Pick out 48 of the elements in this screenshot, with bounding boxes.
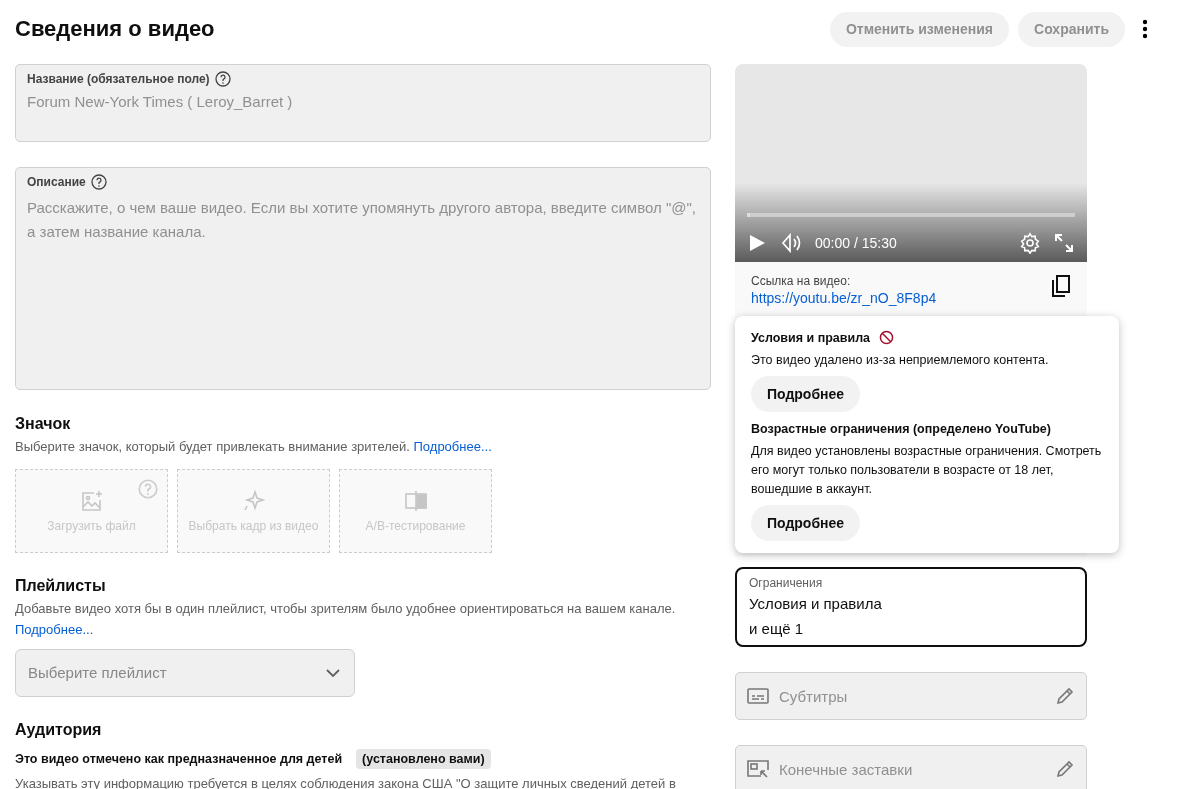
video-time: 00:00 / 15:30 xyxy=(815,235,898,251)
fullscreen-icon[interactable] xyxy=(1053,232,1075,254)
playlist-dropdown[interactable]: Выберите плейлист xyxy=(15,648,355,697)
field-label: Ограничения xyxy=(749,576,824,590)
section-heading: Плейлисты xyxy=(15,576,107,595)
learn-more-button[interactable]: Подробнее xyxy=(751,505,861,541)
section-description: Добавьте видео хотя бы в один плейлист, чтобы зрителям было удобнее ориентироваться на вашем канале. xyxy=(15,600,677,618)
section-heading: Аудитория xyxy=(15,720,103,739)
header-button[interactable]: Сохранить xyxy=(1018,11,1125,47)
learn-more-button[interactable]: Подробнее xyxy=(751,376,861,412)
end-screen-icon xyxy=(747,759,769,779)
field-label: Описание xyxy=(27,175,86,189)
header-button[interactable]: Отменить изменения xyxy=(829,11,1010,47)
restrictions-field[interactable]: Ограничения Условия и правила и ещё 1 xyxy=(735,567,1087,647)
restriction-value: Условия и правила xyxy=(749,595,883,612)
help-icon[interactable] xyxy=(214,71,231,87)
status-chip: (установлено вами) xyxy=(356,748,491,769)
title-field[interactable]: Название (обязательное поле) Forum New-York Times ( Leroy_Barret ) xyxy=(15,64,711,142)
side-field[interactable]: Субтитры xyxy=(735,672,1087,720)
video-link[interactable]: https://youtu.be/zr_nO_8F8p4 xyxy=(751,290,937,306)
popup-heading: Условия и правила xyxy=(751,330,871,345)
play-icon[interactable] xyxy=(747,233,767,253)
section-description: Выберите значок, который будет привлекать внимание зрителей. Подробнее... xyxy=(15,439,493,456)
prohibited-icon xyxy=(879,330,895,345)
section-heading: Значок xyxy=(15,415,72,433)
popup-text: Для видео установлены возрастные ограничения. Смотреть его могут только пользователи в возрасте от 18 лет, вошедшие в аккаунт. xyxy=(751,443,1103,498)
more-link[interactable]: Подробнее... xyxy=(413,439,492,454)
volume-icon[interactable] xyxy=(779,232,803,254)
audience-status: Это видео отмечено как предназначенное для детей xyxy=(15,751,343,766)
restriction-value: и ещё 1 xyxy=(749,620,805,637)
link-label: Ссылка на видео: xyxy=(751,274,852,288)
copy-icon[interactable] xyxy=(1051,274,1071,298)
side-field[interactable]: Конечные заставки xyxy=(735,745,1087,789)
pencil-icon[interactable] xyxy=(1055,759,1075,779)
settings-icon[interactable] xyxy=(1019,232,1041,254)
pencil-icon[interactable] xyxy=(1055,686,1075,706)
page-title: Сведения о видео xyxy=(15,16,216,42)
image-add-icon xyxy=(79,488,104,513)
field-value: Forum New-York Times ( Leroy_Barret ) xyxy=(27,93,294,110)
video-player[interactable]: 00:00 / 15:30 xyxy=(735,64,1087,262)
field-label: Название (обязательное поле) xyxy=(27,72,210,86)
split-image-icon xyxy=(403,488,428,513)
more-link[interactable]: Подробнее... xyxy=(15,621,94,639)
subtitles-icon xyxy=(747,687,769,705)
sparkle-icon xyxy=(241,488,266,513)
popup-text: Это видео удалено из-за неприемлемого контента. xyxy=(751,352,1049,369)
help-icon[interactable] xyxy=(90,174,107,190)
popup-heading: Возрастные ограничения (определено YouTube) xyxy=(751,422,1051,436)
